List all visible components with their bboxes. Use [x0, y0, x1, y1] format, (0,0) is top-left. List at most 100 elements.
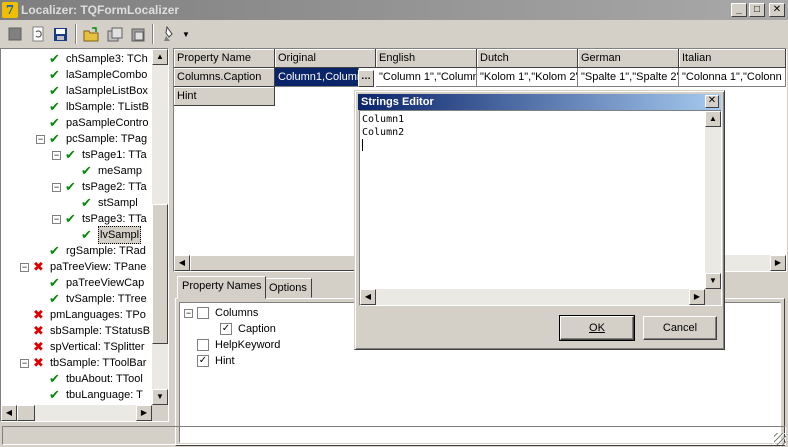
checkmark-icon: ✔ [81, 227, 92, 242]
memo-vertical-scrollbar[interactable]: ▲ ▼ [705, 111, 721, 289]
property-label: Hint [215, 355, 235, 367]
property-checkbox[interactable] [197, 339, 209, 351]
tree-item[interactable]: ✔ meSamp [81, 163, 142, 179]
tree-item[interactable]: ✖ spVertical: TSplitter [33, 339, 145, 355]
cross-icon: ✖ [33, 323, 44, 338]
grid-cell[interactable]: "Kolom 1","Kolom 2" [477, 68, 578, 87]
tree-item[interactable]: ✖ pmLanguages: TPo [33, 307, 146, 323]
tab-property-names[interactable]: Property Names [177, 276, 267, 299]
tree-item[interactable]: − ✖ tbSample: TToolBar [20, 355, 146, 371]
collapse-icon[interactable]: − [184, 308, 193, 318]
scroll-right-arrow[interactable]: ▶ [770, 255, 786, 271]
tree-item[interactable]: ✔ chSample3: TCh [49, 51, 148, 67]
collapse-icon[interactable]: − [20, 358, 29, 368]
tree-item[interactable]: − ✖ paTreeView: TPane [20, 259, 146, 275]
scroll-thumb-h[interactable] [190, 255, 360, 271]
paint-dropdown-arrow[interactable]: ▼ [180, 30, 192, 39]
refresh-doc-button[interactable] [26, 23, 49, 45]
column-header[interactable]: Dutch [477, 49, 578, 68]
tab-options[interactable]: Options [264, 278, 312, 298]
tree-item[interactable]: − ✔ tsPage1: TTa [52, 147, 147, 163]
property-item[interactable]: − Columns [184, 305, 258, 321]
stop-button[interactable] [3, 23, 26, 45]
column-header[interactable]: German [578, 49, 679, 68]
refresh-doc-icon [32, 26, 43, 42]
checkmark-icon: ✔ [49, 83, 60, 98]
scroll-corner [152, 405, 168, 421]
scroll-down-arrow[interactable]: ▼ [705, 273, 721, 289]
column-header[interactable]: Italian [679, 49, 786, 68]
property-checkbox[interactable]: ✓ [220, 323, 232, 335]
tree-item-label: chSample3: TCh [66, 53, 148, 65]
row-header[interactable]: Hint [174, 87, 275, 106]
save-button[interactable] [49, 23, 72, 45]
tree-item[interactable]: − ✔ pcSample: TPag [36, 131, 147, 147]
column-header[interactable]: Original [275, 49, 376, 68]
column-header[interactable]: Property Name [174, 49, 275, 68]
property-item[interactable]: ✓ Caption [220, 321, 276, 337]
size-grip-icon[interactable] [774, 433, 786, 445]
component-tree[interactable]: ✔ chSample3: TCh ✔ laSampleCombo ✔ laSampleLi… [0, 48, 169, 422]
grid-cell[interactable]: "Colonna 1","Colonn [679, 68, 786, 87]
tree-item[interactable]: ✔ laSampleListBox [49, 83, 148, 99]
property-item[interactable]: ✓ Hint [197, 353, 235, 369]
minimize-button[interactable]: _ [731, 3, 747, 17]
scroll-down-arrow[interactable]: ▼ [152, 389, 168, 405]
collapse-icon[interactable]: − [52, 182, 61, 192]
tree-item[interactable]: ✔ rgSample: TRad [49, 243, 146, 259]
grid-cell[interactable]: "Spalte 1","Spalte 2" [578, 68, 679, 87]
tree-item[interactable]: ✔ lvSampl [81, 226, 142, 244]
dialog-title: Strings Editor [361, 96, 434, 108]
scroll-left-arrow[interactable]: ◀ [1, 405, 17, 421]
tree-item[interactable]: ✔ lbSample: TListB [49, 99, 149, 115]
memo-horizontal-scrollbar[interactable]: ◀ ▶ [360, 289, 705, 305]
maximize-button[interactable]: □ [749, 3, 765, 17]
checkmark-icon: ✔ [49, 371, 60, 386]
paint-button[interactable] [157, 23, 180, 45]
scroll-up-arrow[interactable]: ▲ [705, 111, 721, 127]
paste-button[interactable] [126, 23, 149, 45]
scroll-thumb-h[interactable] [17, 405, 35, 421]
tree-item[interactable]: ✔ tbuAbout: TTool [49, 371, 143, 387]
collapse-icon[interactable]: − [20, 262, 29, 272]
tree-item[interactable]: ✔ paSampleContro [49, 115, 149, 131]
checkmark-icon: ✔ [49, 291, 60, 306]
tree-item[interactable]: ✔ tvSample: TTree [49, 291, 147, 307]
scroll-right-arrow[interactable]: ▶ [689, 289, 705, 305]
scroll-left-arrow[interactable]: ◀ [174, 255, 190, 271]
edit-ellipsis-button[interactable]: … [358, 70, 374, 87]
tree-item-label: stSampl [98, 197, 138, 209]
property-item[interactable]: HelpKeyword [197, 337, 280, 353]
scroll-up-arrow[interactable]: ▲ [152, 49, 168, 65]
checkmark-icon: ✔ [49, 243, 60, 258]
collapse-icon[interactable]: − [52, 150, 61, 160]
strings-memo[interactable]: Column1 Column2 ▲ ▼ ◀ ▶ [359, 110, 722, 306]
cancel-button[interactable]: Cancel [643, 316, 717, 340]
tree-item[interactable]: ✔ paTreeViewCap [49, 275, 144, 291]
grid-cell[interactable]: Column1,Column [275, 68, 359, 87]
tree-item[interactable]: − ✔ tsPage3: TTa [52, 211, 147, 227]
tree-item[interactable]: − ✔ tsPage2: TTa [52, 179, 147, 195]
collapse-icon[interactable]: − [52, 214, 61, 224]
tree-item[interactable]: ✖ sbSample: TStatusB [33, 323, 150, 339]
scroll-thumb[interactable] [152, 204, 168, 344]
collapse-icon[interactable]: − [36, 134, 45, 144]
scroll-right-arrow[interactable]: ▶ [136, 405, 152, 421]
tree-item-label: paTreeViewCap [66, 277, 145, 289]
tree-item[interactable]: ✔ tbuLanguage: T [49, 387, 143, 403]
ok-button[interactable]: OK [559, 315, 635, 341]
dialog-close-button[interactable]: ✕ [705, 95, 719, 108]
tree-item[interactable]: ✔ laSampleCombo [49, 67, 147, 83]
close-button[interactable]: ✕ [769, 3, 785, 17]
open-button[interactable] [80, 23, 103, 45]
copy-button[interactable] [103, 23, 126, 45]
scroll-left-arrow[interactable]: ◀ [360, 289, 376, 305]
tree-item[interactable]: ✔ stSampl [81, 195, 138, 211]
tree-horizontal-scrollbar[interactable]: ◀ ▶ [1, 405, 152, 421]
column-header[interactable]: English [376, 49, 477, 68]
property-checkbox[interactable] [197, 307, 209, 319]
grid-cell[interactable]: "Column 1","Column [376, 68, 477, 87]
row-header[interactable]: Columns.Caption [174, 68, 275, 87]
property-checkbox[interactable]: ✓ [197, 355, 209, 367]
tree-vertical-scrollbar[interactable]: ▲ ▼ [152, 49, 168, 405]
